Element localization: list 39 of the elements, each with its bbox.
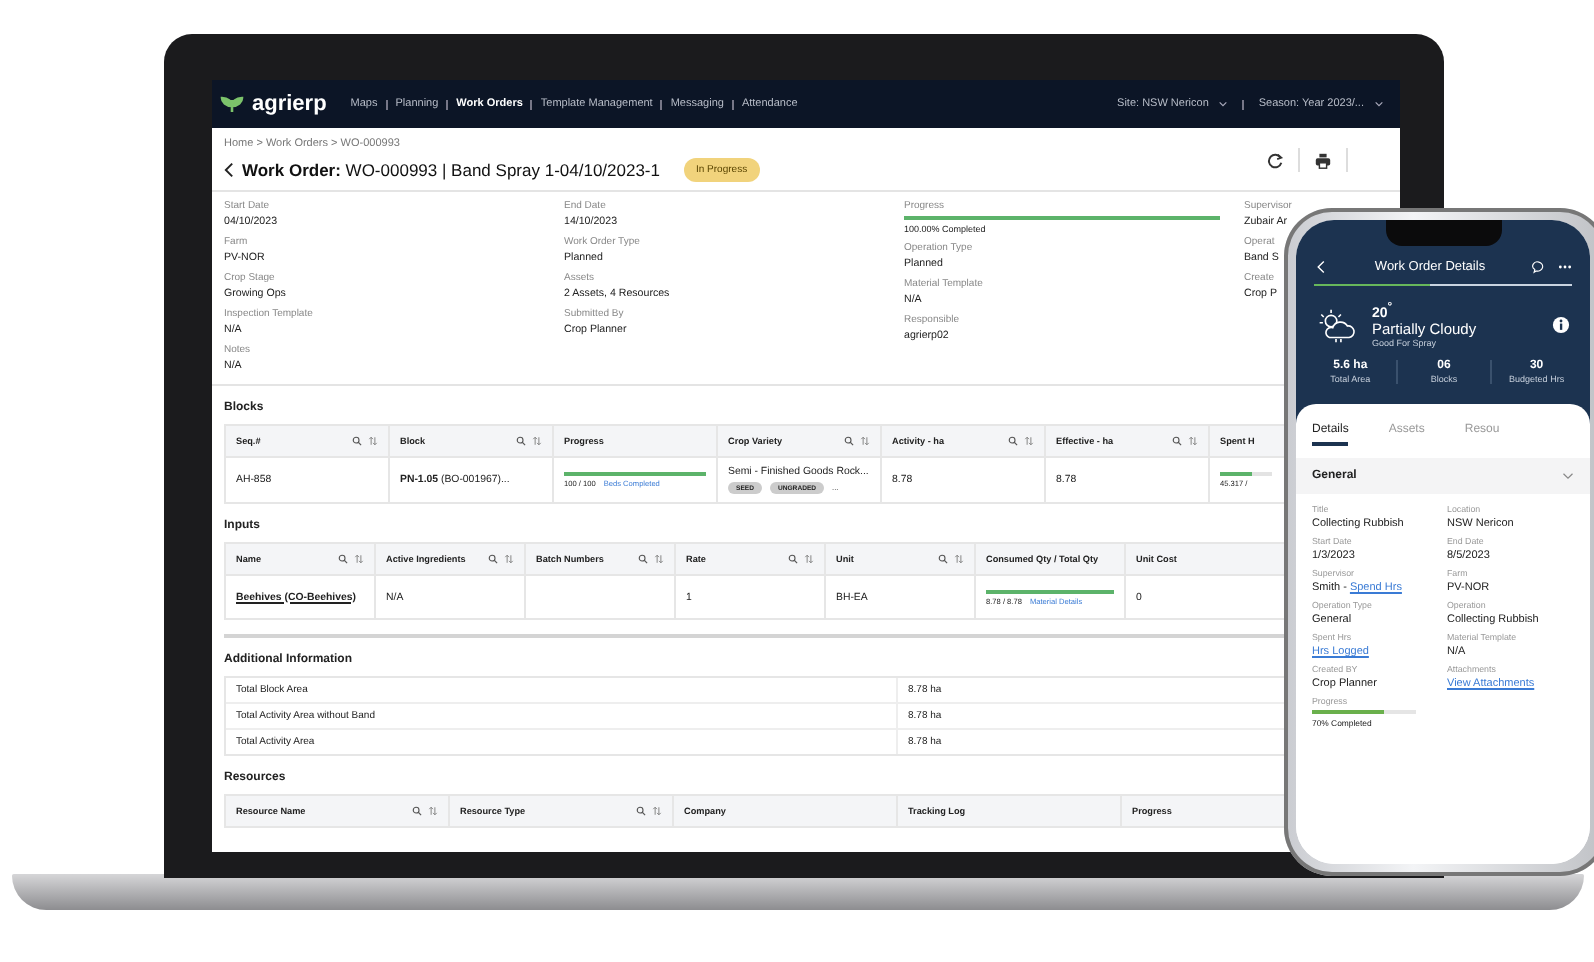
sort-icon[interactable] (804, 554, 814, 564)
sort-icon[interactable] (860, 436, 870, 446)
search-icon[interactable] (938, 554, 948, 564)
sort-icon[interactable] (428, 806, 438, 816)
progress-bar (1312, 710, 1416, 715)
info-icon[interactable] (1552, 316, 1570, 335)
logo-text: agrierp (252, 92, 327, 116)
search-icon[interactable] (412, 806, 422, 816)
chat-icon[interactable] (1532, 260, 1546, 274)
search-icon[interactable] (788, 554, 798, 564)
refresh-icon[interactable] (1266, 151, 1284, 169)
search-icon[interactable] (338, 554, 348, 564)
cloud-sun-icon (1316, 307, 1356, 344)
sort-icon[interactable] (354, 554, 364, 564)
sort-icon[interactable] (504, 554, 514, 564)
search-icon[interactable] (352, 436, 362, 446)
sort-icon[interactable] (1024, 436, 1034, 446)
search-icon[interactable] (1008, 436, 1018, 446)
sort-icon[interactable] (652, 806, 662, 816)
chevron-down-icon[interactable] (1562, 472, 1574, 481)
sort-icon[interactable] (532, 436, 542, 446)
chevron-down-icon (1218, 100, 1229, 108)
print-icon[interactable] (1314, 151, 1332, 169)
page-title: Work Order: WO-000993 | Band Spray 1-04/10/2023-1 (242, 160, 660, 180)
search-icon[interactable] (1172, 436, 1182, 446)
sort-icon[interactable] (1188, 436, 1198, 446)
search-icon[interactable] (516, 436, 526, 446)
more-icon[interactable] (1558, 260, 1572, 274)
search-icon[interactable] (636, 806, 646, 816)
search-icon[interactable] (488, 554, 498, 564)
back-icon[interactable] (224, 162, 234, 178)
leaf-logo-icon (220, 94, 244, 114)
sort-icon[interactable] (654, 554, 664, 564)
sort-icon[interactable] (368, 436, 378, 446)
phone-notch (1385, 220, 1501, 246)
search-icon[interactable] (844, 436, 854, 446)
search-icon[interactable] (638, 554, 648, 564)
sort-icon[interactable] (954, 554, 964, 564)
chevron-down-icon (1374, 100, 1384, 108)
